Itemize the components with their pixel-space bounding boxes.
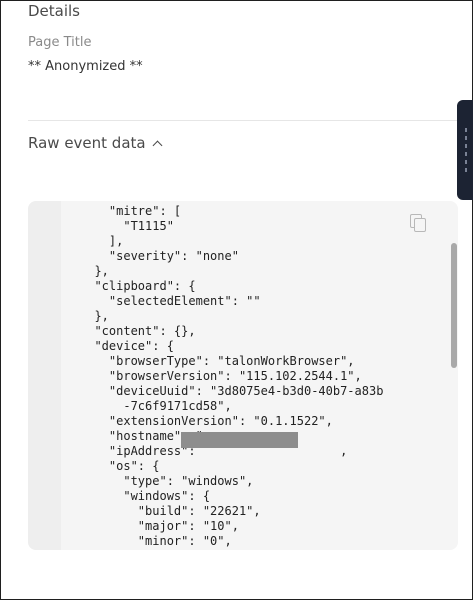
- redacted-hostname: [181, 432, 298, 448]
- code-line: "type": "windows",: [80, 474, 254, 488]
- code-line: "minor": "0",: [80, 534, 232, 548]
- drag-handle-icon: [465, 128, 467, 172]
- code-line: ],: [80, 234, 124, 248]
- code-line: "build": "22621",: [80, 504, 261, 518]
- code-line: "os": {: [80, 459, 160, 473]
- code-line: "content": {},: [80, 324, 196, 338]
- code-line: -7c6f9171cd58",: [80, 399, 232, 413]
- code-line: "deviceUuid": "3d8075e4-b3d0-40b7-a83b: [80, 384, 384, 398]
- section-divider: [28, 120, 457, 121]
- page-title-label: Page Title: [28, 35, 92, 50]
- code-line: "selectedElement": "": [80, 294, 261, 308]
- code-gutter: [28, 201, 61, 550]
- page-title-value: ** Anonymized **: [28, 59, 143, 74]
- code-line: "T1115": [80, 219, 174, 233]
- code-line: "severity": "none": [80, 249, 239, 263]
- code-scrollbar[interactable]: [451, 243, 457, 368]
- code-line: "browserVersion": "115.102.2544.1",: [80, 369, 362, 383]
- copy-icon[interactable]: [410, 214, 426, 232]
- code-line: "clipboard": {: [80, 279, 196, 293]
- raw-event-json: "mitre": [ "T1115" ], "severity": "none"…: [80, 204, 383, 549]
- side-panel-tab[interactable]: [457, 100, 473, 200]
- code-line: "mitre": [: [80, 204, 182, 218]
- code-line: "device": {: [80, 339, 174, 353]
- code-line: "windows": {: [80, 489, 211, 503]
- code-line: "extensionVersion": "0.1.1522",: [80, 414, 333, 428]
- chevron-up-icon: [152, 140, 163, 150]
- raw-event-data-label: Raw event data: [28, 134, 146, 152]
- code-line: },: [80, 264, 109, 278]
- raw-event-code-block: "mitre": [ "T1115" ], "severity": "none"…: [28, 201, 458, 550]
- code-line: "major": "10",: [80, 519, 239, 533]
- raw-event-data-toggle[interactable]: Raw event data: [28, 134, 163, 152]
- details-heading: Details: [28, 2, 81, 20]
- code-line: },: [80, 309, 109, 323]
- code-line: "browserType": "talonWorkBrowser",: [80, 354, 355, 368]
